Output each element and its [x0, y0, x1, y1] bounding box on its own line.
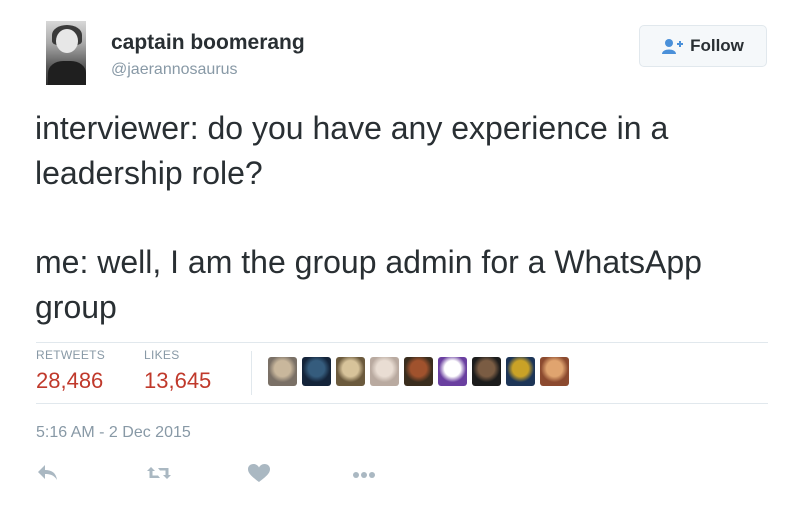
reply-icon[interactable] — [36, 463, 60, 488]
like-icon[interactable] — [247, 463, 271, 488]
liker-avatar[interactable] — [302, 357, 331, 386]
divider — [36, 342, 768, 343]
stats-separator — [251, 351, 252, 395]
liker-avatar[interactable] — [336, 357, 365, 386]
tweet-paragraph: interviewer: do you have any experience … — [35, 110, 669, 191]
tweet-card: captain boomerang @jaerannosaurus Follow… — [0, 0, 800, 528]
likes-count: 13,645 — [144, 368, 212, 393]
retweets-stat[interactable]: RETWEETS 28,486 — [36, 348, 105, 394]
liker-avatar[interactable] — [404, 357, 433, 386]
author-name[interactable]: captain boomerang — [111, 31, 305, 55]
author-avatar[interactable] — [46, 21, 86, 85]
liker-avatars — [268, 357, 569, 386]
retweets-count: 28,486 — [36, 368, 104, 393]
retweets-label: RETWEETS — [36, 348, 106, 362]
tweet-paragraph: me: well, I am the group admin for a Wha… — [35, 244, 702, 325]
liker-avatar[interactable] — [472, 357, 501, 386]
author-handle[interactable]: @jaerannosaurus — [111, 61, 238, 79]
retweet-icon[interactable] — [146, 463, 172, 488]
liker-avatar[interactable] — [540, 357, 569, 386]
liker-avatar[interactable] — [370, 357, 399, 386]
more-icon[interactable] — [352, 467, 376, 485]
liker-avatar[interactable] — [506, 357, 535, 386]
follow-button[interactable]: Follow — [639, 25, 767, 67]
timestamp[interactable]: 5:16 AM - 2 Dec 2015 — [36, 424, 191, 442]
divider — [36, 403, 768, 404]
liker-avatar[interactable] — [438, 357, 467, 386]
liker-avatar[interactable] — [268, 357, 297, 386]
add-user-icon — [662, 38, 684, 54]
avatar-face — [56, 29, 78, 53]
likes-label: LIKES — [144, 348, 180, 362]
avatar-body — [48, 61, 86, 85]
tweet-text: interviewer: do you have any experience … — [35, 106, 765, 330]
follow-button-label: Follow — [690, 36, 744, 55]
likes-stat[interactable]: LIKES 13,645 — [144, 348, 211, 394]
